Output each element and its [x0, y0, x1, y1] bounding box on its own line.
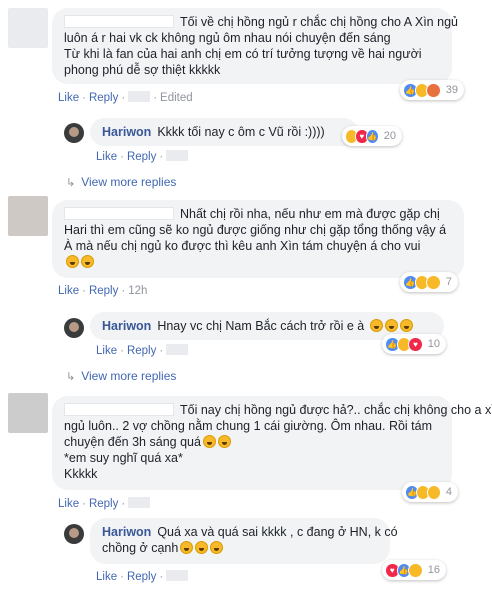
redacted-timestamp: [166, 570, 189, 581]
comment-emoji-line: [64, 254, 452, 270]
commenter-avatar[interactable]: [8, 196, 48, 236]
reply-bubble: Hariwon Kkkk tối nay c ôm c Vũ rồi :)))): [90, 118, 358, 146]
reaction-count: 39: [445, 84, 458, 96]
view-more-replies[interactable]: ↳ View more replies: [66, 175, 176, 189]
comment-line: *em suy nghĩ quá xa*: [64, 451, 183, 465]
comment-line: Hari thì em cũng sẽ ko ngủ được giống nh…: [64, 223, 447, 237]
reply-actions: Like · Reply ·: [96, 344, 189, 357]
comment-line: À mà nếu chị ngủ ko được thì kêu anh Xìn…: [64, 239, 421, 253]
reply-bubble: Hariwon Quá xa và quá sai kkkk , c đang ở…: [90, 518, 398, 564]
comment-line: ngủ luôn.. 2 vợ chồng nằm chung 1 cái gi…: [64, 419, 433, 433]
view-more-replies[interactable]: ↳ View more replies: [66, 369, 176, 383]
reply-author-name[interactable]: Hariwon: [102, 525, 151, 539]
redacted-author-name[interactable]: [64, 207, 174, 220]
crying-emoji-icon: [210, 541, 224, 554]
reply-actions: Like · Reply ·: [96, 570, 189, 583]
reply-author-avatar[interactable]: [64, 318, 84, 338]
reaction-summary[interactable]: 👍 39: [400, 80, 464, 100]
reply-actions: Like · Reply ·: [96, 150, 189, 163]
laughing-emoji-icon: [369, 319, 383, 332]
commenter-avatar[interactable]: [8, 8, 48, 48]
laughing-emoji-icon: [81, 255, 94, 268]
reply-arrow-icon: ↳: [66, 177, 76, 189]
reply-author-name[interactable]: Hariwon: [102, 319, 151, 333]
like-link[interactable]: Like: [58, 285, 79, 297]
love-reaction-icon: ♥: [408, 336, 423, 352]
reply-author-avatar[interactable]: [64, 524, 84, 544]
redacted-timestamp: [166, 150, 189, 161]
crying-emoji-icon: [195, 541, 209, 554]
reply-link[interactable]: Reply: [127, 571, 156, 583]
haha-reaction-icon: [408, 562, 423, 578]
reaction-count: 4: [445, 486, 452, 498]
comment-bubble: Tối nay chị hồng ngủ được hả?.. chắc chị…: [52, 396, 492, 490]
like-link[interactable]: Like: [58, 498, 79, 510]
reply-author-name[interactable]: Hariwon: [102, 125, 151, 139]
redacted-author-name[interactable]: [64, 403, 174, 416]
like-link[interactable]: Like: [96, 151, 117, 163]
comment-actions: Like · Reply ·: [58, 497, 151, 510]
reply-text: Kkkk tối nay c ôm c Vũ rồi :)))): [157, 125, 325, 139]
redacted-timestamp: [166, 344, 189, 355]
commenter-avatar[interactable]: [8, 393, 48, 433]
reply-text: Quá xa và quá sai kkkk , c đang ở HN, k …: [157, 525, 398, 539]
reply-reaction-summary[interactable]: ♥ 👍 16: [382, 560, 446, 580]
comment-line: luôn á r hai vk ck không ngủ ôm nhau nói…: [64, 31, 391, 45]
laughing-emoji-icon: [66, 255, 79, 268]
comment-bubble: Tối về chị hồng ngủ r chắc chị hồng cho …: [52, 8, 458, 84]
reply-link[interactable]: Reply: [89, 285, 118, 297]
reply-link[interactable]: Reply: [89, 498, 118, 510]
crying-emoji-icon: [180, 541, 194, 554]
reaction-count: 7: [445, 276, 452, 288]
reaction-count: 16: [427, 564, 440, 576]
haha-reaction-icon: [426, 484, 441, 500]
sad-reaction-icon: [426, 274, 441, 290]
reply-line: chồng ở cạnh: [102, 540, 378, 556]
like-link[interactable]: Like: [58, 92, 79, 104]
laughing-emoji-icon: [202, 435, 216, 448]
redacted-timestamp: [128, 91, 151, 102]
like-link[interactable]: Like: [96, 571, 117, 583]
reply-link[interactable]: Reply: [89, 92, 118, 104]
laughing-emoji-icon: [217, 435, 231, 448]
reply-author-avatar[interactable]: [64, 123, 84, 143]
comment-line: Từ khi là fan của hai anh chị em có trí …: [64, 47, 422, 61]
redacted-author-name[interactable]: [64, 15, 174, 28]
reply-text: Hnay vc chị Nam Bắc cách trở rồi e à: [157, 319, 365, 333]
comment-line: chuyện đến 3h sáng quá: [64, 434, 440, 450]
comment-line: Tối nay chị hồng ngủ được hả?.. chắc chị…: [64, 402, 492, 418]
edited-label[interactable]: Edited: [160, 92, 193, 104]
comment-timestamp[interactable]: 12h: [128, 285, 147, 297]
comment-actions: Like · Reply · 12h: [58, 285, 148, 297]
comment-actions: Like · Reply · · Edited: [58, 91, 193, 104]
angry-reaction-icon: [426, 82, 441, 98]
redacted-timestamp: [128, 497, 151, 508]
comment-line: phong phú dễ sợ thiệt kkkkk: [64, 63, 221, 77]
comment-line: Nhất chị rồi nha, nếu như em mà được gặp…: [64, 206, 452, 222]
reaction-summary[interactable]: 👍 4: [402, 482, 458, 502]
like-link[interactable]: Like: [96, 345, 117, 357]
comment-line: Kkkkk: [64, 467, 98, 481]
reply-reaction-summary[interactable]: ♥ 👍 20: [342, 126, 402, 146]
reply-reaction-summary[interactable]: 👍 ♥ 10: [382, 334, 446, 354]
reaction-count: 10: [427, 338, 440, 350]
reply-link[interactable]: Reply: [127, 345, 156, 357]
reaction-count: 20: [383, 130, 396, 142]
reply-link[interactable]: Reply: [127, 151, 156, 163]
laughing-emoji-icon: [399, 319, 413, 332]
comment-bubble: Nhất chị rồi nha, nếu như em mà được gặp…: [52, 200, 464, 278]
like-reaction-icon: 👍: [365, 128, 379, 144]
reply-line: Hariwon Quá xa và quá sai kkkk , c đang ở…: [102, 524, 398, 540]
reply-arrow-icon: ↳: [66, 371, 76, 383]
comment-line: Tối về chị hồng ngủ r chắc chị hồng cho …: [64, 14, 458, 30]
laughing-emoji-icon: [384, 319, 398, 332]
reaction-summary[interactable]: 👍 7: [400, 272, 458, 292]
